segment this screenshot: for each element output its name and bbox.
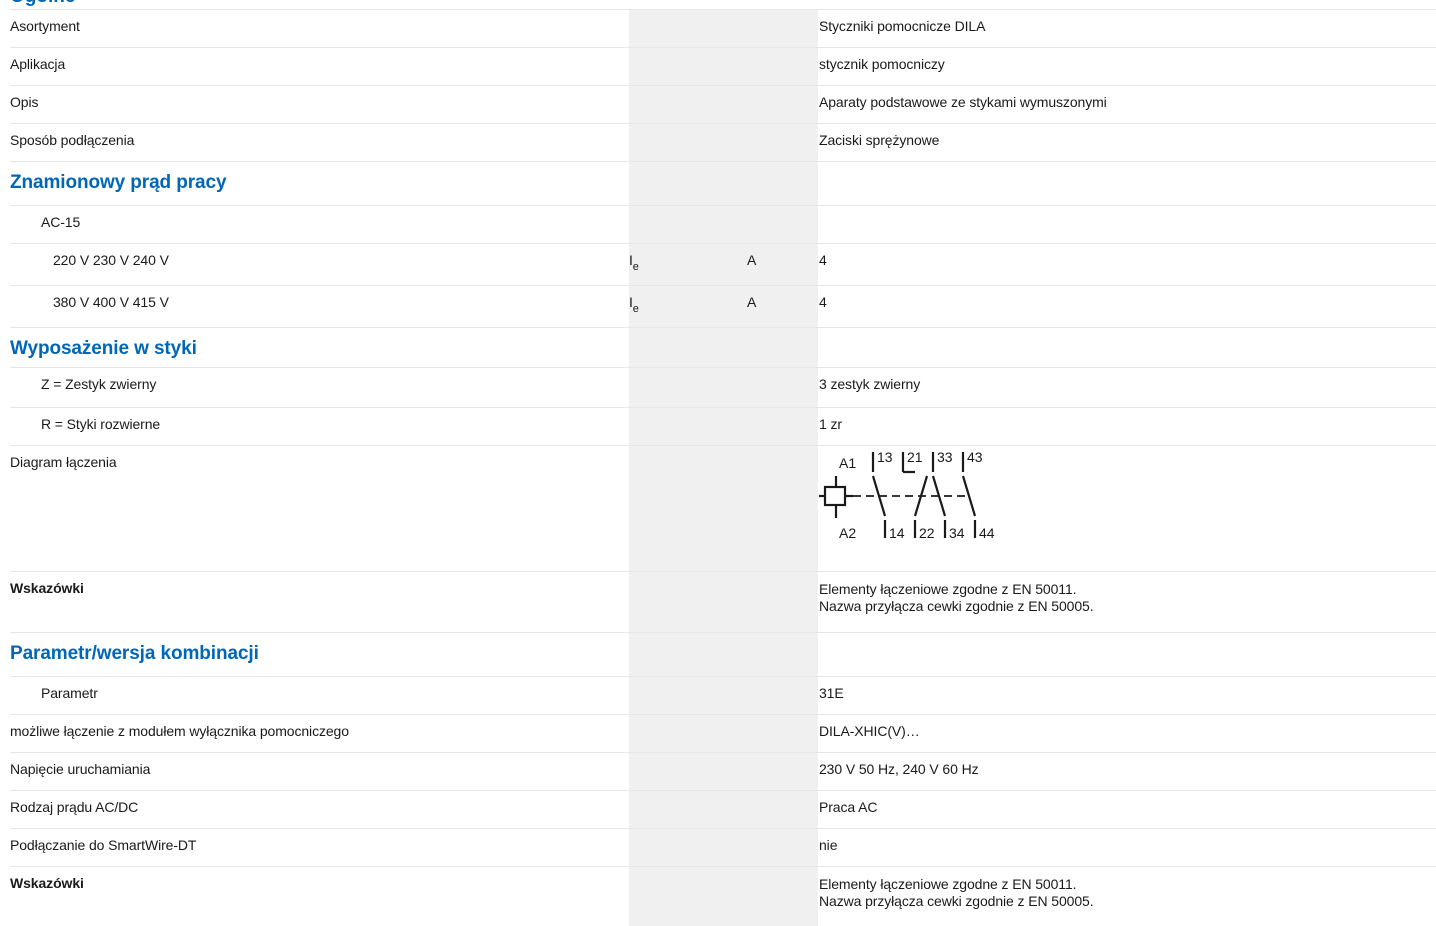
row-styki-rozwierne: R = Styki rozwierne 1 zr bbox=[10, 408, 1436, 446]
row-value: 230 V 50 Hz, 240 V 60 Hz bbox=[819, 761, 979, 777]
terminal-44: 44 bbox=[979, 525, 995, 541]
section-heading-parametr: Parametr/wersja kombinacji bbox=[10, 633, 1436, 677]
row-value: stycznik pomocniczy bbox=[819, 56, 945, 72]
row-label: Opis bbox=[10, 94, 39, 110]
row-value: nie bbox=[819, 837, 838, 853]
row-value: 4 bbox=[819, 294, 827, 310]
row-aplikacja: Aplikacja stycznik pomocniczy bbox=[10, 48, 1436, 86]
top-section-heading-clipped: Ogólne bbox=[10, 0, 75, 8]
row-label: Sposób podłączenia bbox=[10, 132, 135, 148]
row-label: Wskazówki bbox=[10, 875, 84, 891]
row-value: Styczniki pomocnicze DILA bbox=[819, 18, 986, 34]
row-wskazowki-1: Wskazówki Elementy łączeniowe zgodne z E… bbox=[10, 572, 1436, 633]
row-label: możliwe łączenie z modułem wyłącznika po… bbox=[10, 723, 349, 739]
row-unit: A bbox=[747, 252, 757, 268]
section-title: Wyposażenie w styki bbox=[10, 338, 197, 359]
spec-table: Asortyment Styczniki pomocnicze DILA Apl… bbox=[10, 10, 1436, 917]
row-label: R = Styki rozwierne bbox=[41, 416, 161, 432]
row-label: Z = Zestyk zwierny bbox=[41, 376, 157, 392]
row-opis: Opis Aparaty podstawowe ze stykami wymus… bbox=[10, 86, 1436, 124]
section-title: Parametr/wersja kombinacji bbox=[10, 643, 259, 664]
row-wskazowki-2: Wskazówki Elementy łączeniowe zgodne z E… bbox=[10, 867, 1436, 917]
row-value: Aparaty podstawowe ze stykami wymuszonym… bbox=[819, 94, 1107, 110]
coil-symbol bbox=[823, 485, 847, 507]
row-220v: 220 V 230 V 240 V Ie A 4 bbox=[10, 244, 1436, 286]
row-zestyk-zwierny: Z = Zestyk zwierny 3 zestyk zwierny bbox=[10, 368, 1436, 408]
terminal-34: 34 bbox=[949, 525, 965, 541]
terminal-a1: A1 bbox=[839, 455, 856, 471]
row-napiecie: Napięcie uruchamiania 230 V 50 Hz, 240 V… bbox=[10, 753, 1436, 791]
row-parametr: Parametr 31E bbox=[10, 677, 1436, 715]
row-label: Asortyment bbox=[10, 18, 80, 34]
row-label: Napięcie uruchamiania bbox=[10, 761, 151, 777]
row-value-line1: Elementy łączeniowe zgodne z EN 50011. bbox=[819, 581, 1077, 597]
row-label: Aplikacja bbox=[10, 56, 66, 72]
row-diagram-laczenia: Diagram łączenia A1 A2 13 14 21 22 33 34… bbox=[10, 446, 1436, 572]
terminal-43: 43 bbox=[967, 450, 983, 465]
row-label: Rodzaj prądu AC/DC bbox=[10, 799, 139, 815]
terminal-13: 13 bbox=[877, 450, 893, 465]
row-value: 31E bbox=[819, 685, 844, 701]
row-value-line2: Nazwa przyłącza cewki zgodnie z EN 50005… bbox=[819, 598, 1094, 614]
row-value: 4 bbox=[819, 252, 827, 268]
row-value-line2: Nazwa przyłącza cewki zgodnie z EN 50005… bbox=[819, 893, 1094, 909]
row-value: Praca AC bbox=[819, 799, 878, 815]
row-smartwire: Podłączanie do SmartWire-DT nie bbox=[10, 829, 1436, 867]
row-label: AC-15 bbox=[41, 214, 81, 230]
section-heading-styki: Wyposażenie w styki bbox=[10, 328, 1436, 368]
row-symbol: Ie bbox=[629, 294, 639, 315]
row-label: Parametr bbox=[41, 685, 98, 701]
terminal-21: 21 bbox=[907, 450, 923, 465]
row-rodzaj-pradu: Rodzaj prądu AC/DC Praca AC bbox=[10, 791, 1436, 829]
row-modul: możliwe łączenie z modułem wyłącznika po… bbox=[10, 715, 1436, 753]
row-unit: A bbox=[747, 294, 757, 310]
terminal-14: 14 bbox=[889, 525, 905, 541]
row-symbol: Ie bbox=[629, 252, 639, 273]
terminal-22: 22 bbox=[919, 525, 935, 541]
top-divider bbox=[10, 9, 1436, 10]
row-asortyment: Asortyment Styczniki pomocnicze DILA bbox=[10, 10, 1436, 48]
wiring-diagram-icon: A1 A2 13 14 21 22 33 34 43 44 bbox=[819, 450, 995, 541]
section-title: Znamionowy prąd pracy bbox=[10, 172, 227, 193]
terminal-a2: A2 bbox=[839, 525, 856, 541]
row-value-line1: Elementy łączeniowe zgodne z EN 50011. bbox=[819, 876, 1077, 892]
row-label: 220 V 230 V 240 V bbox=[53, 252, 169, 268]
row-label: Diagram łączenia bbox=[10, 454, 117, 470]
row-ac15: AC-15 bbox=[10, 206, 1436, 244]
row-label: Wskazówki bbox=[10, 580, 84, 596]
section-heading-prad: Znamionowy prąd pracy bbox=[10, 162, 1436, 206]
row-value: Zaciski sprężynowe bbox=[819, 132, 940, 148]
row-label: 380 V 400 V 415 V bbox=[53, 294, 169, 310]
row-label: Podłączanie do SmartWire-DT bbox=[10, 837, 197, 853]
row-value: 3 zestyk zwierny bbox=[819, 376, 921, 392]
terminal-33: 33 bbox=[937, 450, 953, 465]
row-value: 1 zr bbox=[819, 416, 842, 432]
row-380v: 380 V 400 V 415 V Ie A 4 bbox=[10, 286, 1436, 328]
row-sposob-podlaczenia: Sposób podłączenia Zaciski sprężynowe bbox=[10, 124, 1436, 162]
row-value: DILA-XHIC(V)… bbox=[819, 723, 920, 739]
